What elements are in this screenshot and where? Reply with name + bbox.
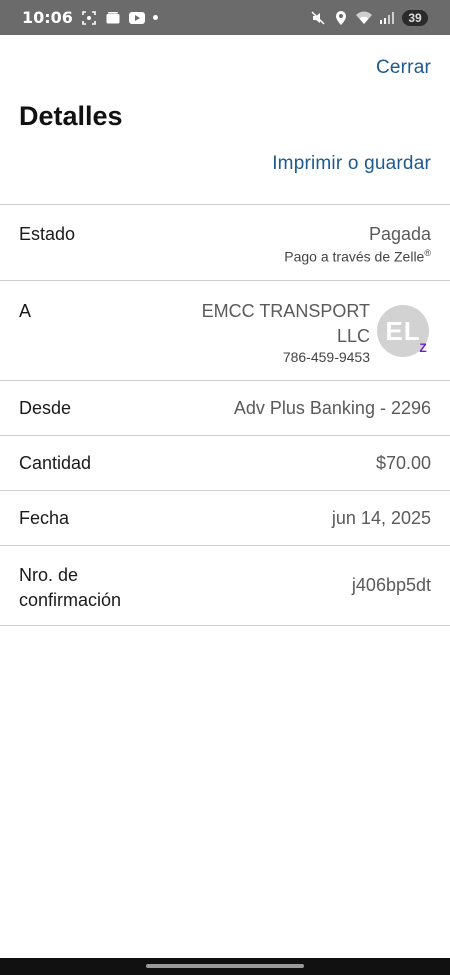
signal-icon <box>379 11 395 25</box>
screenshot-icon <box>81 10 97 25</box>
close-button[interactable]: Cerrar <box>376 57 431 79</box>
date-label: Fecha <box>19 507 70 528</box>
confirmation-number: j406bp5dt <box>351 575 431 595</box>
amount-label: Cantidad <box>19 452 92 473</box>
status-right: 39 <box>310 9 428 26</box>
page-title: Detalles <box>19 101 123 131</box>
status-left: 10:06 <box>22 8 158 27</box>
details-list: Estado Pagada Pago a través de Zelle® A … <box>0 204 450 626</box>
battery-indicator: 39 <box>402 9 428 26</box>
payment-method-note: Pago a través de Zelle® <box>284 248 431 265</box>
print-or-save-button[interactable]: Imprimir o guardar <box>272 153 431 175</box>
estado-label: Estado <box>19 224 76 244</box>
gallery-icon <box>105 11 121 25</box>
home-gesture-handle[interactable] <box>146 964 304 968</box>
notification-dot <box>152 15 158 20</box>
payment-method-text: Pago a través de Zelle <box>284 248 425 265</box>
from-label: Desde <box>19 397 72 418</box>
recipient-phone: 786-459-9453 <box>282 349 370 365</box>
estado-value: Pagada <box>368 224 431 244</box>
date-value: jun 14, 2025 <box>331 507 431 528</box>
amount-value: $70.00 <box>375 452 431 473</box>
detail-row-confirmation: Nro. de confirmación j406bp5dt <box>0 546 450 626</box>
location-icon <box>333 10 349 25</box>
wifi-icon <box>356 11 372 25</box>
zelle-badge-icon: Z <box>419 341 427 355</box>
detail-row-amount: Cantidad $70.00 <box>0 436 450 491</box>
detail-row-recipient[interactable]: A EMCC TRANSPORT LLC 786-459-9453 EL Z <box>0 281 450 381</box>
mute-icon <box>310 10 326 25</box>
system-nav-bar <box>0 958 450 975</box>
registered-mark: ® <box>424 248 431 258</box>
detail-row-date: Fecha jun 14, 2025 <box>0 491 450 546</box>
youtube-icon <box>128 11 145 25</box>
status-time: 10:06 <box>22 8 73 27</box>
detail-row-estado: Estado Pagada Pago a través de Zelle® <box>0 205 450 281</box>
from-account: Adv Plus Banking - 2296 <box>233 397 431 418</box>
confirmation-label: Nro. de confirmación <box>19 565 122 610</box>
recipient-label: A <box>19 301 32 321</box>
recipient-name: EMCC TRANSPORT LLC <box>201 301 370 346</box>
status-bar: 10:06 39 <box>0 0 450 35</box>
detail-row-from: Desde Adv Plus Banking - 2296 <box>0 381 450 436</box>
